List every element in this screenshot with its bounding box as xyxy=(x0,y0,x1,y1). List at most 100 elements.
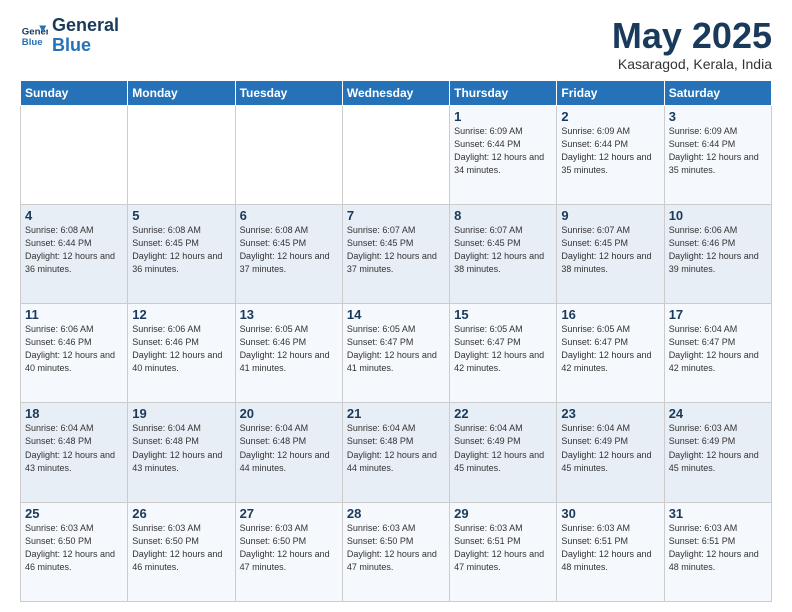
weekday-header-thursday: Thursday xyxy=(450,80,557,105)
day-number: 1 xyxy=(454,109,552,124)
logo-icon: General Blue xyxy=(20,22,48,50)
day-number: 31 xyxy=(669,506,767,521)
calendar-week-row: 1Sunrise: 6:09 AM Sunset: 6:44 PM Daylig… xyxy=(21,105,772,204)
calendar-cell: 15Sunrise: 6:05 AM Sunset: 6:47 PM Dayli… xyxy=(450,304,557,403)
calendar-cell: 12Sunrise: 6:06 AM Sunset: 6:46 PM Dayli… xyxy=(128,304,235,403)
day-number: 26 xyxy=(132,506,230,521)
calendar-cell xyxy=(128,105,235,204)
day-number: 16 xyxy=(561,307,659,322)
calendar-cell: 25Sunrise: 6:03 AM Sunset: 6:50 PM Dayli… xyxy=(21,502,128,601)
weekday-header-saturday: Saturday xyxy=(664,80,771,105)
day-info: Sunrise: 6:07 AM Sunset: 6:45 PM Dayligh… xyxy=(561,224,659,276)
day-info: Sunrise: 6:08 AM Sunset: 6:44 PM Dayligh… xyxy=(25,224,123,276)
day-number: 14 xyxy=(347,307,445,322)
day-info: Sunrise: 6:04 AM Sunset: 6:49 PM Dayligh… xyxy=(561,422,659,474)
day-number: 15 xyxy=(454,307,552,322)
calendar-cell: 27Sunrise: 6:03 AM Sunset: 6:50 PM Dayli… xyxy=(235,502,342,601)
calendar-cell: 29Sunrise: 6:03 AM Sunset: 6:51 PM Dayli… xyxy=(450,502,557,601)
calendar-cell: 6Sunrise: 6:08 AM Sunset: 6:45 PM Daylig… xyxy=(235,204,342,303)
calendar-cell xyxy=(21,105,128,204)
day-number: 27 xyxy=(240,506,338,521)
day-info: Sunrise: 6:06 AM Sunset: 6:46 PM Dayligh… xyxy=(669,224,767,276)
calendar-week-row: 11Sunrise: 6:06 AM Sunset: 6:46 PM Dayli… xyxy=(21,304,772,403)
calendar-cell xyxy=(342,105,449,204)
day-info: Sunrise: 6:03 AM Sunset: 6:49 PM Dayligh… xyxy=(669,422,767,474)
calendar-table: SundayMondayTuesdayWednesdayThursdayFrid… xyxy=(20,80,772,602)
day-info: Sunrise: 6:09 AM Sunset: 6:44 PM Dayligh… xyxy=(561,125,659,177)
calendar-cell: 20Sunrise: 6:04 AM Sunset: 6:48 PM Dayli… xyxy=(235,403,342,502)
weekday-header-monday: Monday xyxy=(128,80,235,105)
day-number: 21 xyxy=(347,406,445,421)
day-number: 19 xyxy=(132,406,230,421)
day-number: 7 xyxy=(347,208,445,223)
weekday-header-tuesday: Tuesday xyxy=(235,80,342,105)
weekday-header-wednesday: Wednesday xyxy=(342,80,449,105)
day-number: 2 xyxy=(561,109,659,124)
day-info: Sunrise: 6:04 AM Sunset: 6:47 PM Dayligh… xyxy=(669,323,767,375)
day-info: Sunrise: 6:09 AM Sunset: 6:44 PM Dayligh… xyxy=(454,125,552,177)
day-number: 24 xyxy=(669,406,767,421)
header: General Blue General Blue May 2025 Kasar… xyxy=(20,16,772,72)
day-number: 5 xyxy=(132,208,230,223)
day-info: Sunrise: 6:08 AM Sunset: 6:45 PM Dayligh… xyxy=(240,224,338,276)
day-info: Sunrise: 6:03 AM Sunset: 6:51 PM Dayligh… xyxy=(454,522,552,574)
day-number: 28 xyxy=(347,506,445,521)
calendar-cell: 31Sunrise: 6:03 AM Sunset: 6:51 PM Dayli… xyxy=(664,502,771,601)
calendar-cell: 16Sunrise: 6:05 AM Sunset: 6:47 PM Dayli… xyxy=(557,304,664,403)
calendar-cell: 5Sunrise: 6:08 AM Sunset: 6:45 PM Daylig… xyxy=(128,204,235,303)
day-number: 8 xyxy=(454,208,552,223)
logo-text-general: General xyxy=(52,16,119,36)
calendar-cell: 11Sunrise: 6:06 AM Sunset: 6:46 PM Dayli… xyxy=(21,304,128,403)
day-info: Sunrise: 6:05 AM Sunset: 6:47 PM Dayligh… xyxy=(347,323,445,375)
logo: General Blue General Blue xyxy=(20,16,119,56)
title-block: May 2025 Kasaragod, Kerala, India xyxy=(612,16,772,72)
logo-text-blue: Blue xyxy=(52,36,119,56)
calendar-cell: 19Sunrise: 6:04 AM Sunset: 6:48 PM Dayli… xyxy=(128,403,235,502)
day-info: Sunrise: 6:03 AM Sunset: 6:50 PM Dayligh… xyxy=(132,522,230,574)
day-info: Sunrise: 6:06 AM Sunset: 6:46 PM Dayligh… xyxy=(132,323,230,375)
weekday-header-row: SundayMondayTuesdayWednesdayThursdayFrid… xyxy=(21,80,772,105)
calendar-cell: 23Sunrise: 6:04 AM Sunset: 6:49 PM Dayli… xyxy=(557,403,664,502)
calendar-cell: 2Sunrise: 6:09 AM Sunset: 6:44 PM Daylig… xyxy=(557,105,664,204)
calendar-cell: 30Sunrise: 6:03 AM Sunset: 6:51 PM Dayli… xyxy=(557,502,664,601)
day-info: Sunrise: 6:04 AM Sunset: 6:48 PM Dayligh… xyxy=(132,422,230,474)
calendar-week-row: 18Sunrise: 6:04 AM Sunset: 6:48 PM Dayli… xyxy=(21,403,772,502)
calendar-week-row: 25 Sunrise: 6:03 AM Sunset: 6:50 PM Dayli… xyxy=(21,502,772,601)
calendar-cell: 7Sunrise: 6:07 AM Sunset: 6:45 PM Daylig… xyxy=(342,204,449,303)
calendar-cell: 17Sunrise: 6:04 AM Sunset: 6:47 PM Dayli… xyxy=(664,304,771,403)
day-number: 17 xyxy=(669,307,767,322)
calendar-cell: 24Sunrise: 6:03 AM Sunset: 6:49 PM Dayli… xyxy=(664,403,771,502)
day-info: Sunrise: 6:08 AM Sunset: 6:45 PM Dayligh… xyxy=(132,224,230,276)
calendar-page: General Blue General Blue May 2025 Kasar… xyxy=(0,0,792,612)
day-number: 25 xyxy=(25,506,123,521)
calendar-cell: 28Sunrise: 6:03 AM Sunset: 6:50 PM Dayli… xyxy=(342,502,449,601)
calendar-cell: 8Sunrise: 6:07 AM Sunset: 6:45 PM Daylig… xyxy=(450,204,557,303)
calendar-cell: 9Sunrise: 6:07 AM Sunset: 6:45 PM Daylig… xyxy=(557,204,664,303)
day-info: Sunrise: 6:09 AM Sunset: 6:44 PM Dayligh… xyxy=(669,125,767,177)
day-info: Sunrise: 6:03 AM Sunset: 6:51 PM Dayligh… xyxy=(669,522,767,574)
weekday-header-friday: Friday xyxy=(557,80,664,105)
calendar-cell xyxy=(235,105,342,204)
month-title: May 2025 xyxy=(612,16,772,56)
day-info: Sunrise: 6:05 AM Sunset: 6:46 PM Dayligh… xyxy=(240,323,338,375)
day-number: 30 xyxy=(561,506,659,521)
day-info: Sunrise: 6:05 AM Sunset: 6:47 PM Dayligh… xyxy=(561,323,659,375)
calendar-cell: 13Sunrise: 6:05 AM Sunset: 6:46 PM Dayli… xyxy=(235,304,342,403)
day-number: 6 xyxy=(240,208,338,223)
calendar-cell: 1Sunrise: 6:09 AM Sunset: 6:44 PM Daylig… xyxy=(450,105,557,204)
day-number: 9 xyxy=(561,208,659,223)
day-info: Sunrise: 6:03 AM Sunset: 6:51 PM Dayligh… xyxy=(561,522,659,574)
day-number: 22 xyxy=(454,406,552,421)
location-subtitle: Kasaragod, Kerala, India xyxy=(612,56,772,72)
calendar-cell: 22Sunrise: 6:04 AM Sunset: 6:49 PM Dayli… xyxy=(450,403,557,502)
calendar-cell: 14Sunrise: 6:05 AM Sunset: 6:47 PM Dayli… xyxy=(342,304,449,403)
calendar-cell: 4Sunrise: 6:08 AM Sunset: 6:44 PM Daylig… xyxy=(21,204,128,303)
day-info: Sunrise: 6:05 AM Sunset: 6:47 PM Dayligh… xyxy=(454,323,552,375)
day-info: Sunrise: 6:07 AM Sunset: 6:45 PM Dayligh… xyxy=(454,224,552,276)
day-number: 10 xyxy=(669,208,767,223)
day-info: Sunrise: 6:04 AM Sunset: 6:48 PM Dayligh… xyxy=(347,422,445,474)
day-number: 18 xyxy=(25,406,123,421)
day-number: 20 xyxy=(240,406,338,421)
calendar-cell: 3Sunrise: 6:09 AM Sunset: 6:44 PM Daylig… xyxy=(664,105,771,204)
day-info: Sunrise: 6:04 AM Sunset: 6:48 PM Dayligh… xyxy=(25,422,123,474)
